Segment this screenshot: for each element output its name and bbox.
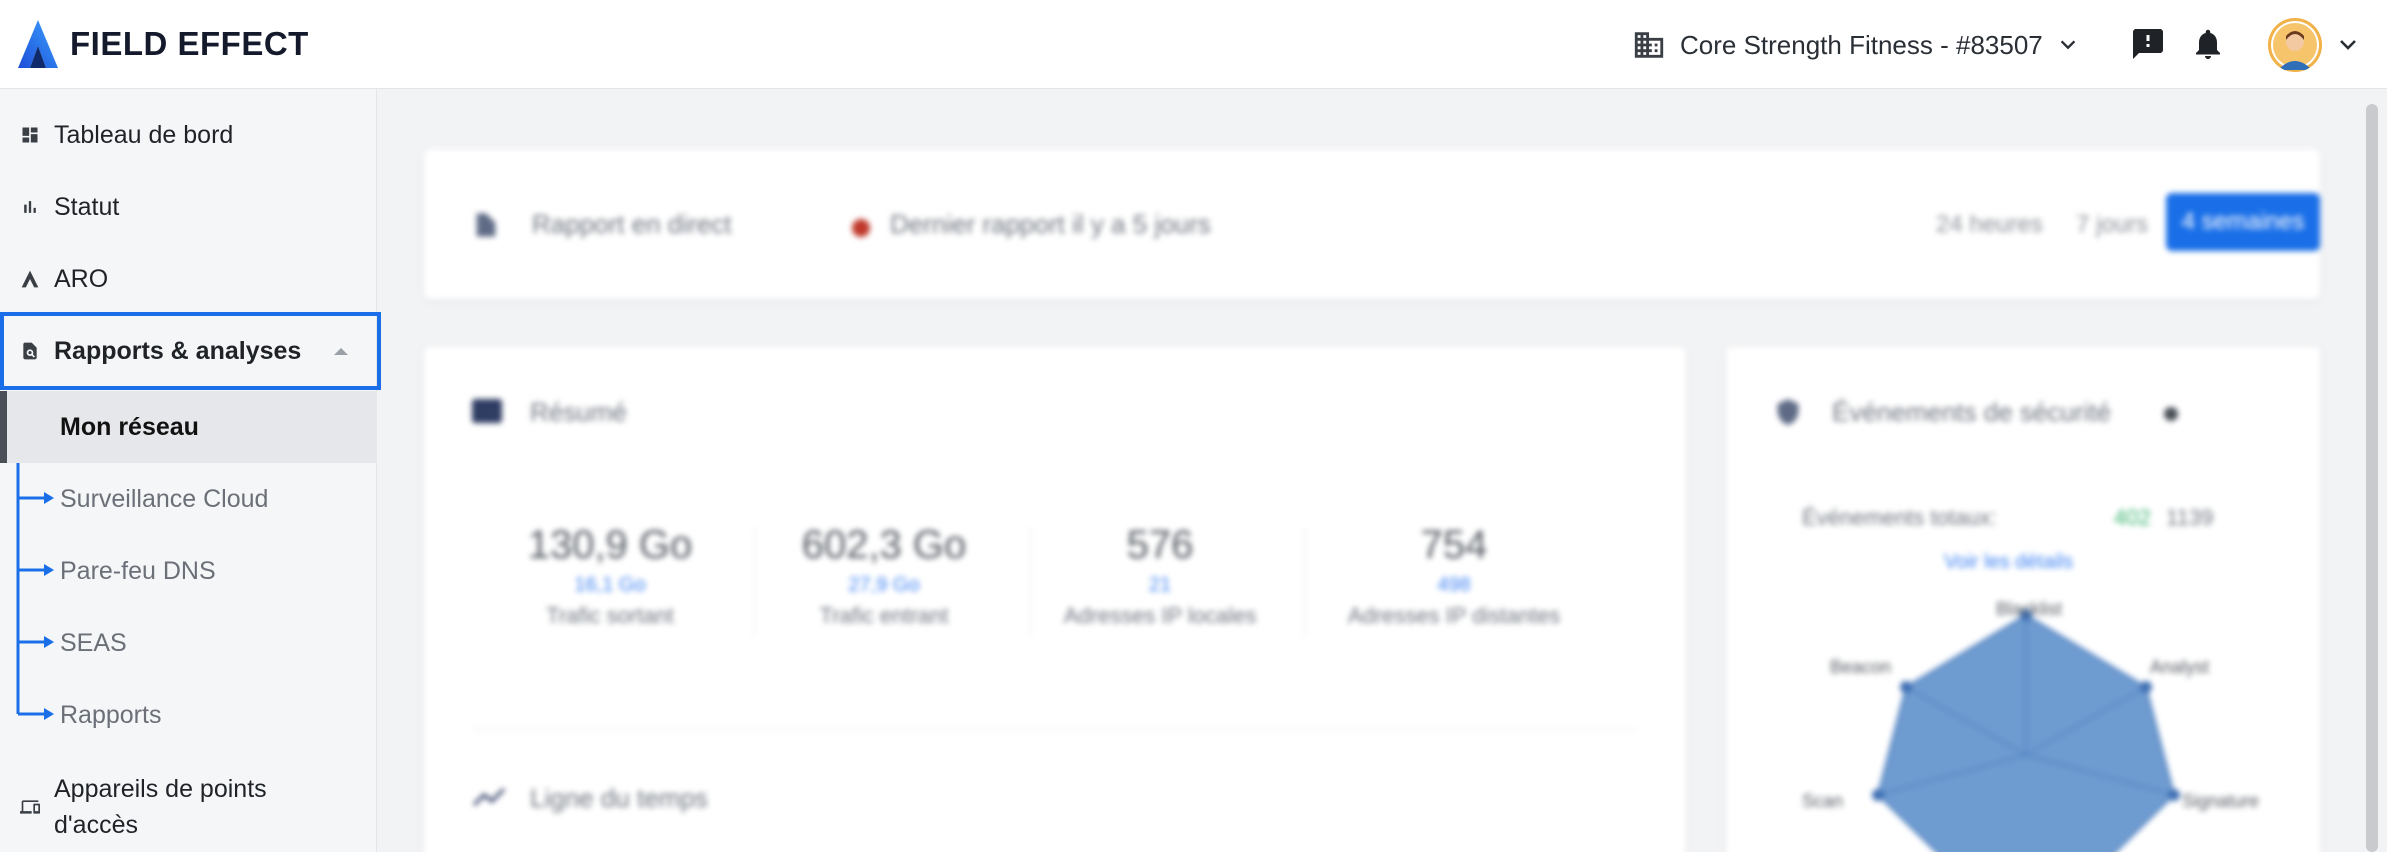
sidebar-subitem-reports[interactable]: Rapports xyxy=(0,679,377,751)
brand-logo[interactable]: FIELD EFFECT xyxy=(16,18,309,70)
sidebar-subitem-label: Mon réseau xyxy=(60,412,199,441)
sidebar-item-label: Tableau de bord xyxy=(54,120,234,149)
stat-value: 602,3 Go xyxy=(801,523,967,567)
active-indicator xyxy=(0,391,7,463)
status-dot xyxy=(852,219,870,237)
radar-axis-label: Blacklist xyxy=(1996,599,2063,619)
stat-outbound: 130,9 Go 16,1 Go Trafic sortant xyxy=(480,523,740,629)
stat-delta: 498 xyxy=(1437,574,1471,596)
section-divider xyxy=(472,729,1638,730)
top-bar: FIELD EFFECT Core Strength Fitness - #83… xyxy=(0,0,2387,89)
sidebar-item-label: Rapports & analyses xyxy=(54,336,302,365)
stat-remote-ips: 754 498 Adresses IP distantes xyxy=(1304,523,1604,629)
sidebar-item-aro[interactable]: ARO xyxy=(0,243,377,315)
stat-inbound: 602,3 Go 27,9 Go Trafic entrant xyxy=(754,523,1014,629)
blurred-dashboard: Rapport en direct Dernier rapport il y a… xyxy=(378,89,2387,852)
last-report-text: Dernier rapport il y a 5 jours xyxy=(890,209,1211,239)
sidebar-subitem-seas[interactable]: SEAS xyxy=(0,607,377,679)
org-name: Core Strength Fitness - #83507 xyxy=(1680,29,2043,60)
stat-value: 754 xyxy=(1420,523,1488,567)
sidebar-subitem-label: Surveillance Cloud xyxy=(60,484,269,513)
sidebar-item-label: ARO xyxy=(54,264,109,293)
feedback-icon[interactable] xyxy=(2130,26,2166,62)
org-selector[interactable]: Core Strength Fitness - #83507 xyxy=(1632,24,2079,66)
total-events-delta: 402 xyxy=(2114,505,2151,530)
stat-caption: Adresses IP distantes xyxy=(1347,603,1561,628)
stat-local-ips: 576 21 Adresses IP locales xyxy=(1030,523,1290,629)
building-icon xyxy=(1634,32,1664,58)
radar-axis-label: Signature xyxy=(2182,791,2260,811)
info-dot xyxy=(2164,407,2178,421)
aro-icon xyxy=(21,270,39,288)
report-bar-card: Rapport en direct Dernier rapport il y a… xyxy=(424,149,2320,299)
details-link[interactable]: Voir les détails xyxy=(1944,551,2073,574)
chevron-up-icon[interactable] xyxy=(333,346,349,356)
total-events-label: Événements totaux: xyxy=(1802,505,1997,530)
range-7d[interactable]: 7 jours xyxy=(2076,211,2148,239)
chevron-down-icon[interactable] xyxy=(2336,33,2360,57)
sidebar-item-status[interactable]: Statut xyxy=(0,171,377,243)
stat-caption: Trafic sortant xyxy=(546,603,674,628)
shield-icon xyxy=(1777,399,1799,425)
sidebar-subitem-cloud-monitoring[interactable]: Surveillance Cloud xyxy=(0,463,377,535)
live-report-label: Rapport en direct xyxy=(532,209,732,239)
dashboard-icon xyxy=(22,127,38,143)
sidebar-subitem-label: Pare-feu DNS xyxy=(60,556,216,585)
sidebar-subitem-label: Rapports xyxy=(60,700,162,729)
page-scrollbar[interactable] xyxy=(2366,104,2378,852)
chevron-down-icon xyxy=(2060,40,2076,50)
sidebar-item-dashboard[interactable]: Tableau de bord xyxy=(0,99,377,171)
devices-icon xyxy=(20,800,40,814)
security-events-card: Événements de sécurité Événements totaux… xyxy=(1726,347,2320,852)
sidebar-item-label: Statut xyxy=(54,192,120,221)
bell-icon[interactable] xyxy=(2190,26,2226,62)
timeline-title: Ligne du temps xyxy=(530,783,708,813)
report-icon xyxy=(476,213,496,237)
security-title: Événements de sécurité xyxy=(1832,397,2111,427)
stat-delta: 16,1 Go xyxy=(574,574,646,596)
summary-card: Résumé 130,9 Go 16,1 Go Trafic sortant 6… xyxy=(424,347,1686,852)
stat-delta: 27,9 Go xyxy=(848,574,920,596)
avatar[interactable] xyxy=(2268,18,2322,72)
summary-icon xyxy=(472,399,502,423)
sidebar: Tableau de bord Statut ARO Rapports & an… xyxy=(0,89,381,852)
field-effect-logo-icon xyxy=(18,20,58,68)
range-4w[interactable]: 4 semaines xyxy=(2166,193,2320,251)
stat-value: 130,9 Go xyxy=(527,523,693,567)
brand-name: FIELD EFFECT xyxy=(70,25,309,62)
sidebar-item-label: Appareils de points d'accès xyxy=(54,775,267,839)
sidebar-subitem-label: SEAS xyxy=(60,628,127,657)
timeline-icon xyxy=(472,787,506,807)
sidebar-item-endpoint-devices[interactable]: Appareils de points d'accès xyxy=(0,761,377,851)
stat-caption: Trafic entrant xyxy=(819,603,949,628)
main-content: Rapport en direct Dernier rapport il y a… xyxy=(378,89,2387,852)
sidebar-subitem-dns-firewall[interactable]: Pare-feu DNS xyxy=(0,535,377,607)
radar-axis-label: Beacon xyxy=(1830,657,1892,677)
stat-caption: Adresses IP locales xyxy=(1063,603,1257,628)
stat-value: 576 xyxy=(1126,523,1194,567)
report-search-icon xyxy=(23,342,37,360)
bar-chart-icon xyxy=(24,201,36,213)
sidebar-subitem-my-network[interactable]: Mon réseau xyxy=(0,391,377,463)
radar-axis-label: Analyst xyxy=(2150,657,2210,677)
sidebar-item-reports-analyses[interactable]: Rapports & analyses xyxy=(0,312,381,390)
stat-delta: 21 xyxy=(1148,574,1172,596)
radar-axis-label: Scan xyxy=(1802,791,1844,811)
total-events-value: 1139 xyxy=(2166,505,2214,530)
user-avatar-icon xyxy=(2268,18,2322,72)
summary-title: Résumé xyxy=(530,397,627,427)
range-24h[interactable]: 24 heures xyxy=(1936,211,2043,239)
